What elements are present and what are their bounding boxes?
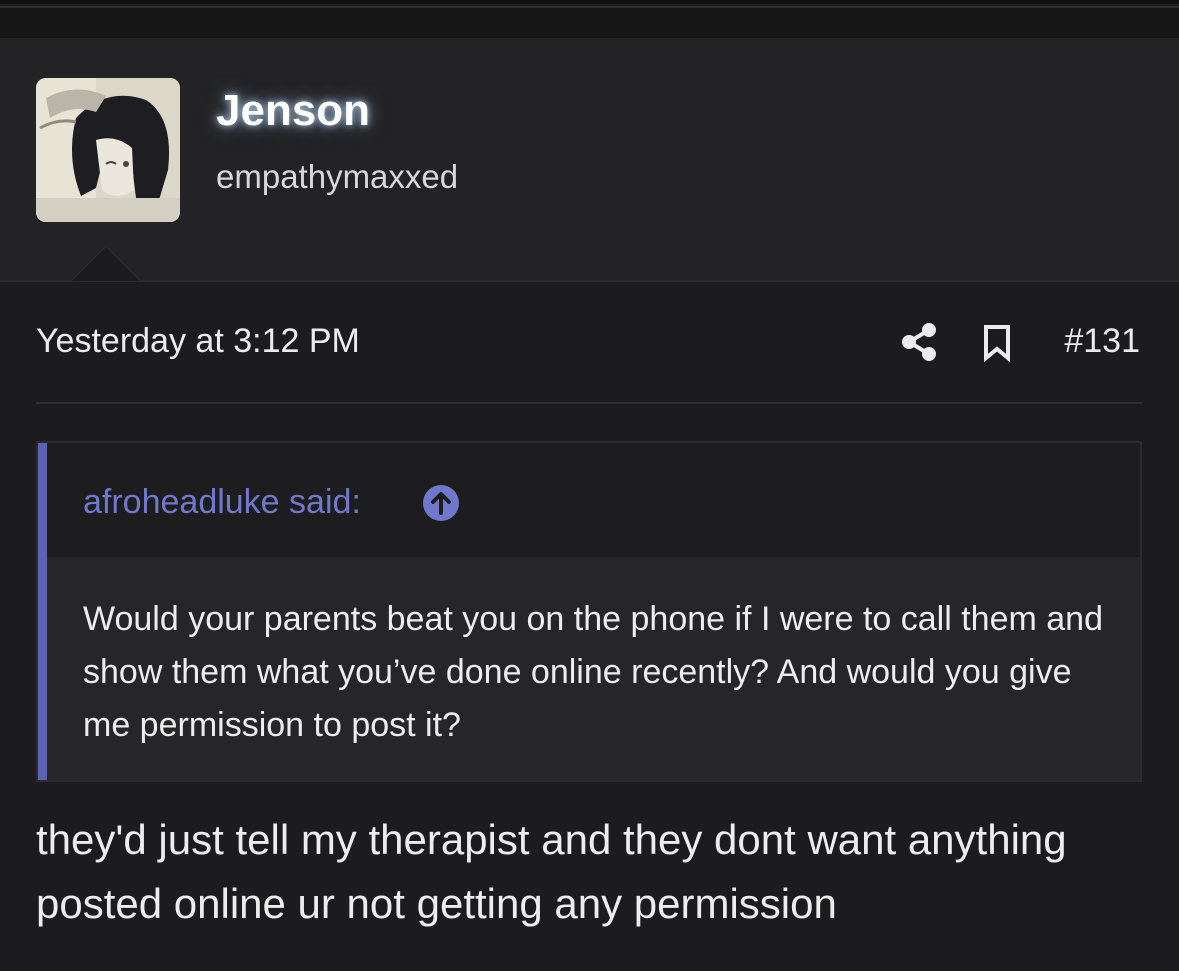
quote-block: afroheadluke said: Would your parents be… xyxy=(36,441,1142,782)
share-icon[interactable] xyxy=(900,322,938,362)
quote-body: Would your parents beat you on the phone… xyxy=(83,600,1103,744)
arrow-up-circle-icon[interactable] xyxy=(422,484,460,522)
anime-avatar-icon xyxy=(36,78,180,222)
previous-post-edge xyxy=(0,8,1179,38)
top-edge xyxy=(0,0,1179,4)
post-user-header: Jenson empathymaxxed xyxy=(0,38,1179,282)
meta-divider xyxy=(36,402,1142,404)
post-number-link[interactable]: #131 xyxy=(1064,322,1140,361)
bookmark-icon[interactable] xyxy=(982,324,1012,362)
username[interactable]: Jenson xyxy=(216,86,370,136)
post-body: they'd just tell my therapist and they d… xyxy=(36,816,1067,927)
header-pointer xyxy=(72,247,140,281)
quote-header: afroheadluke said: xyxy=(47,443,1140,557)
avatar[interactable] xyxy=(36,78,180,222)
quote-author-link[interactable]: afroheadluke said: xyxy=(83,483,361,522)
user-title: empathymaxxed xyxy=(216,158,459,195)
post-timestamp[interactable]: Yesterday at 3:12 PM xyxy=(36,322,360,361)
quote-accent-bar xyxy=(38,443,47,780)
post-meta-bar: Yesterday at 3:12 PM #131 xyxy=(36,318,1142,366)
